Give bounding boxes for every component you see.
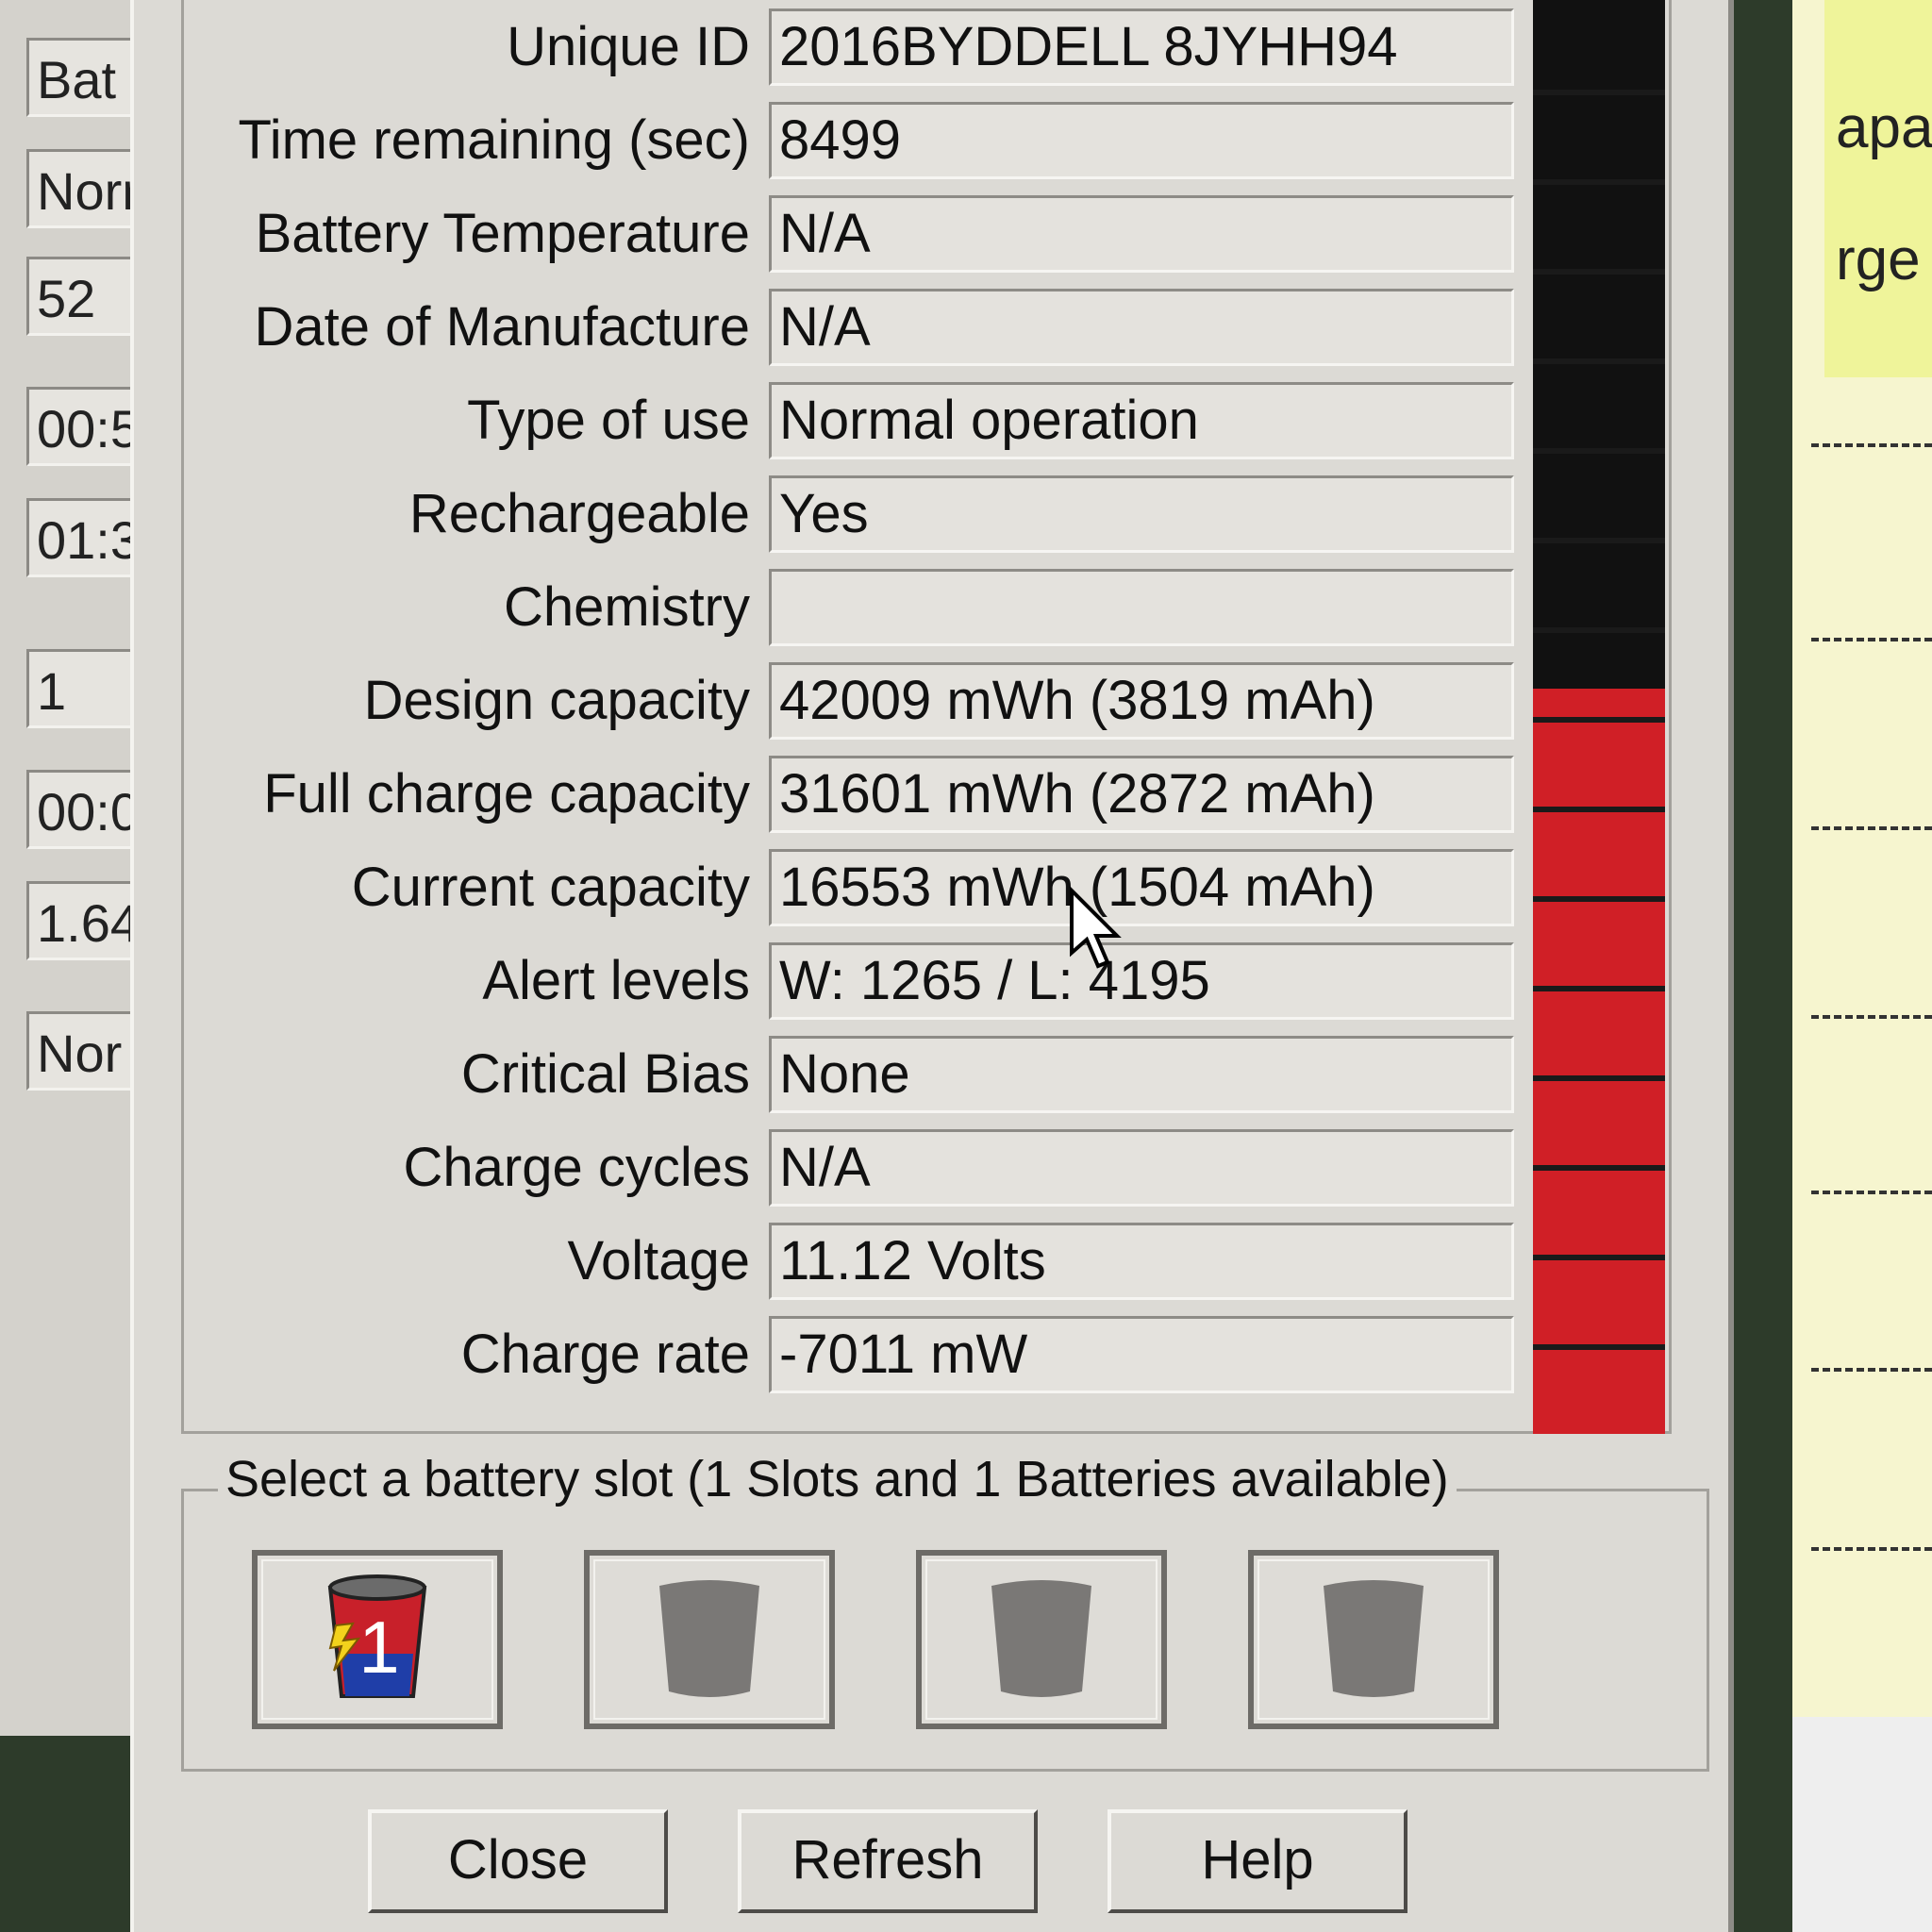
property-label: Voltage [567, 1230, 750, 1291]
property-value-field: 11.12 Volts [769, 1223, 1514, 1300]
property-value-field: 42009 mWh (3819 mAh) [769, 662, 1514, 740]
bg-gridline [1811, 1191, 1932, 1194]
property-label: Time remaining (sec) [238, 109, 750, 171]
property-value-field: 31601 mWh (2872 mAh) [769, 756, 1514, 833]
property-value-field: -7011 mW [769, 1316, 1514, 1393]
background-window-right: apa rge [1792, 0, 1932, 1932]
property-value-field: N/A [769, 195, 1514, 273]
bg-highlight [1824, 0, 1932, 377]
property-row: Date of Manufacture N/A [184, 282, 1580, 373]
battery-info-dialog: Unique ID 2016BYDDELL 8JYHH94 Time remaini… [130, 0, 1734, 1932]
empty-battery-icon [659, 1580, 759, 1697]
slot-number: 1 [358, 1606, 399, 1689]
bg-gridline [1811, 1368, 1932, 1372]
bg-text: apa [1836, 95, 1932, 160]
gauge-segment-divider [1533, 1165, 1665, 1171]
property-row: Charge cycles N/A [184, 1123, 1580, 1213]
bg-gridline [1811, 826, 1932, 830]
gauge-segment-divider [1533, 807, 1665, 812]
battery-icon: 1 [327, 1574, 427, 1698]
property-label: Charge rate [460, 1324, 750, 1385]
gauge-segment-divider [1533, 1075, 1665, 1081]
property-label: Unique ID [507, 16, 750, 77]
battery-properties-panel: Unique ID 2016BYDDELL 8JYHH94 Time remaini… [181, 0, 1672, 1434]
property-label: Date of Manufacture [254, 296, 750, 358]
battery-slot-4-button[interactable] [1248, 1550, 1499, 1729]
property-value-field: W: 1265 / L: 4195 [769, 942, 1514, 1020]
battery-slot-legend: Select a battery slot (1 Slots and 1 Bat… [218, 1450, 1457, 1508]
property-row: Battery Temperature N/A [184, 189, 1580, 279]
property-label: Type of use [467, 390, 750, 451]
gauge-segment-divider [1533, 90, 1665, 95]
property-value-field: 2016BYDDELL 8JYHH94 [769, 8, 1514, 86]
property-row: Chemistry [184, 562, 1580, 653]
property-label: Current capacity [351, 857, 750, 918]
gauge-segment-divider [1533, 627, 1665, 633]
mouse-cursor-icon [1070, 887, 1122, 969]
property-row: Time remaining (sec) 8499 [184, 95, 1580, 186]
property-label: Chemistry [503, 576, 750, 638]
gauge-segment-divider [1533, 538, 1665, 543]
property-row: Alert levels W: 1265 / L: 4195 [184, 936, 1580, 1026]
property-row: Full charge capacity 31601 mWh (2872 mAh) [184, 749, 1580, 840]
charge-level-fill [1533, 688, 1665, 1434]
property-label: Alert levels [482, 950, 750, 1011]
bg-text: rge [1836, 227, 1921, 292]
property-value-field: 8499 [769, 102, 1514, 179]
property-row: Critical Bias None [184, 1029, 1580, 1120]
gauge-segment-divider [1533, 358, 1665, 364]
property-value-field: N/A [769, 289, 1514, 366]
property-label: Charge cycles [403, 1137, 750, 1198]
bg-gridline [1811, 443, 1932, 447]
property-label: Full charge capacity [263, 763, 750, 824]
refresh-button[interactable]: Refresh [738, 1809, 1038, 1913]
empty-battery-icon [991, 1580, 1091, 1697]
property-value-field: Yes [769, 475, 1514, 553]
property-label: Battery Temperature [255, 203, 750, 264]
gauge-segment-divider [1533, 269, 1665, 275]
bg-gridline [1811, 638, 1932, 641]
property-label: Design capacity [363, 670, 750, 731]
battery-slot-3-button[interactable] [916, 1550, 1167, 1729]
gauge-segment-divider [1533, 986, 1665, 991]
empty-battery-icon [1324, 1580, 1424, 1697]
property-row: Voltage 11.12 Volts [184, 1216, 1580, 1307]
property-value-field: 16553 mWh (1504 mAh) [769, 849, 1514, 926]
bg-gridline [1811, 1547, 1932, 1551]
property-value-field: None [769, 1036, 1514, 1113]
property-value-field: N/A [769, 1129, 1514, 1207]
property-row: Unique ID 2016BYDDELL 8JYHH94 [184, 2, 1580, 92]
property-label: Critical Bias [460, 1043, 750, 1105]
gauge-segment-divider [1533, 179, 1665, 185]
property-row: Rechargeable Yes [184, 469, 1580, 559]
charge-level-gauge [1533, 0, 1665, 1434]
help-button[interactable]: Help [1108, 1809, 1407, 1913]
gauge-segment-divider [1533, 717, 1665, 723]
battery-slot-2-button[interactable] [584, 1550, 835, 1729]
property-value-field [769, 569, 1514, 646]
gauge-segment-divider [1533, 448, 1665, 454]
gauge-segment-divider [1533, 896, 1665, 902]
battery-slot-1-button[interactable]: 1 [252, 1550, 503, 1729]
property-row: Charge rate -7011 mW [184, 1309, 1580, 1400]
property-row: Current capacity 16553 mWh (1504 mAh) [184, 842, 1580, 933]
gauge-segment-divider [1533, 1255, 1665, 1260]
close-button[interactable]: Close [368, 1809, 668, 1913]
property-value-field: Normal operation [769, 382, 1514, 459]
bg-gridline [1811, 1015, 1932, 1019]
battery-slot-group: Select a battery slot (1 Slots and 1 Bat… [181, 1450, 1709, 1772]
property-row: Design capacity 42009 mWh (3819 mAh) [184, 656, 1580, 746]
gauge-segment-divider [1533, 1344, 1665, 1350]
property-row: Type of use Normal operation [184, 375, 1580, 466]
bg-panel [1792, 1717, 1932, 1932]
property-label: Rechargeable [408, 483, 750, 544]
